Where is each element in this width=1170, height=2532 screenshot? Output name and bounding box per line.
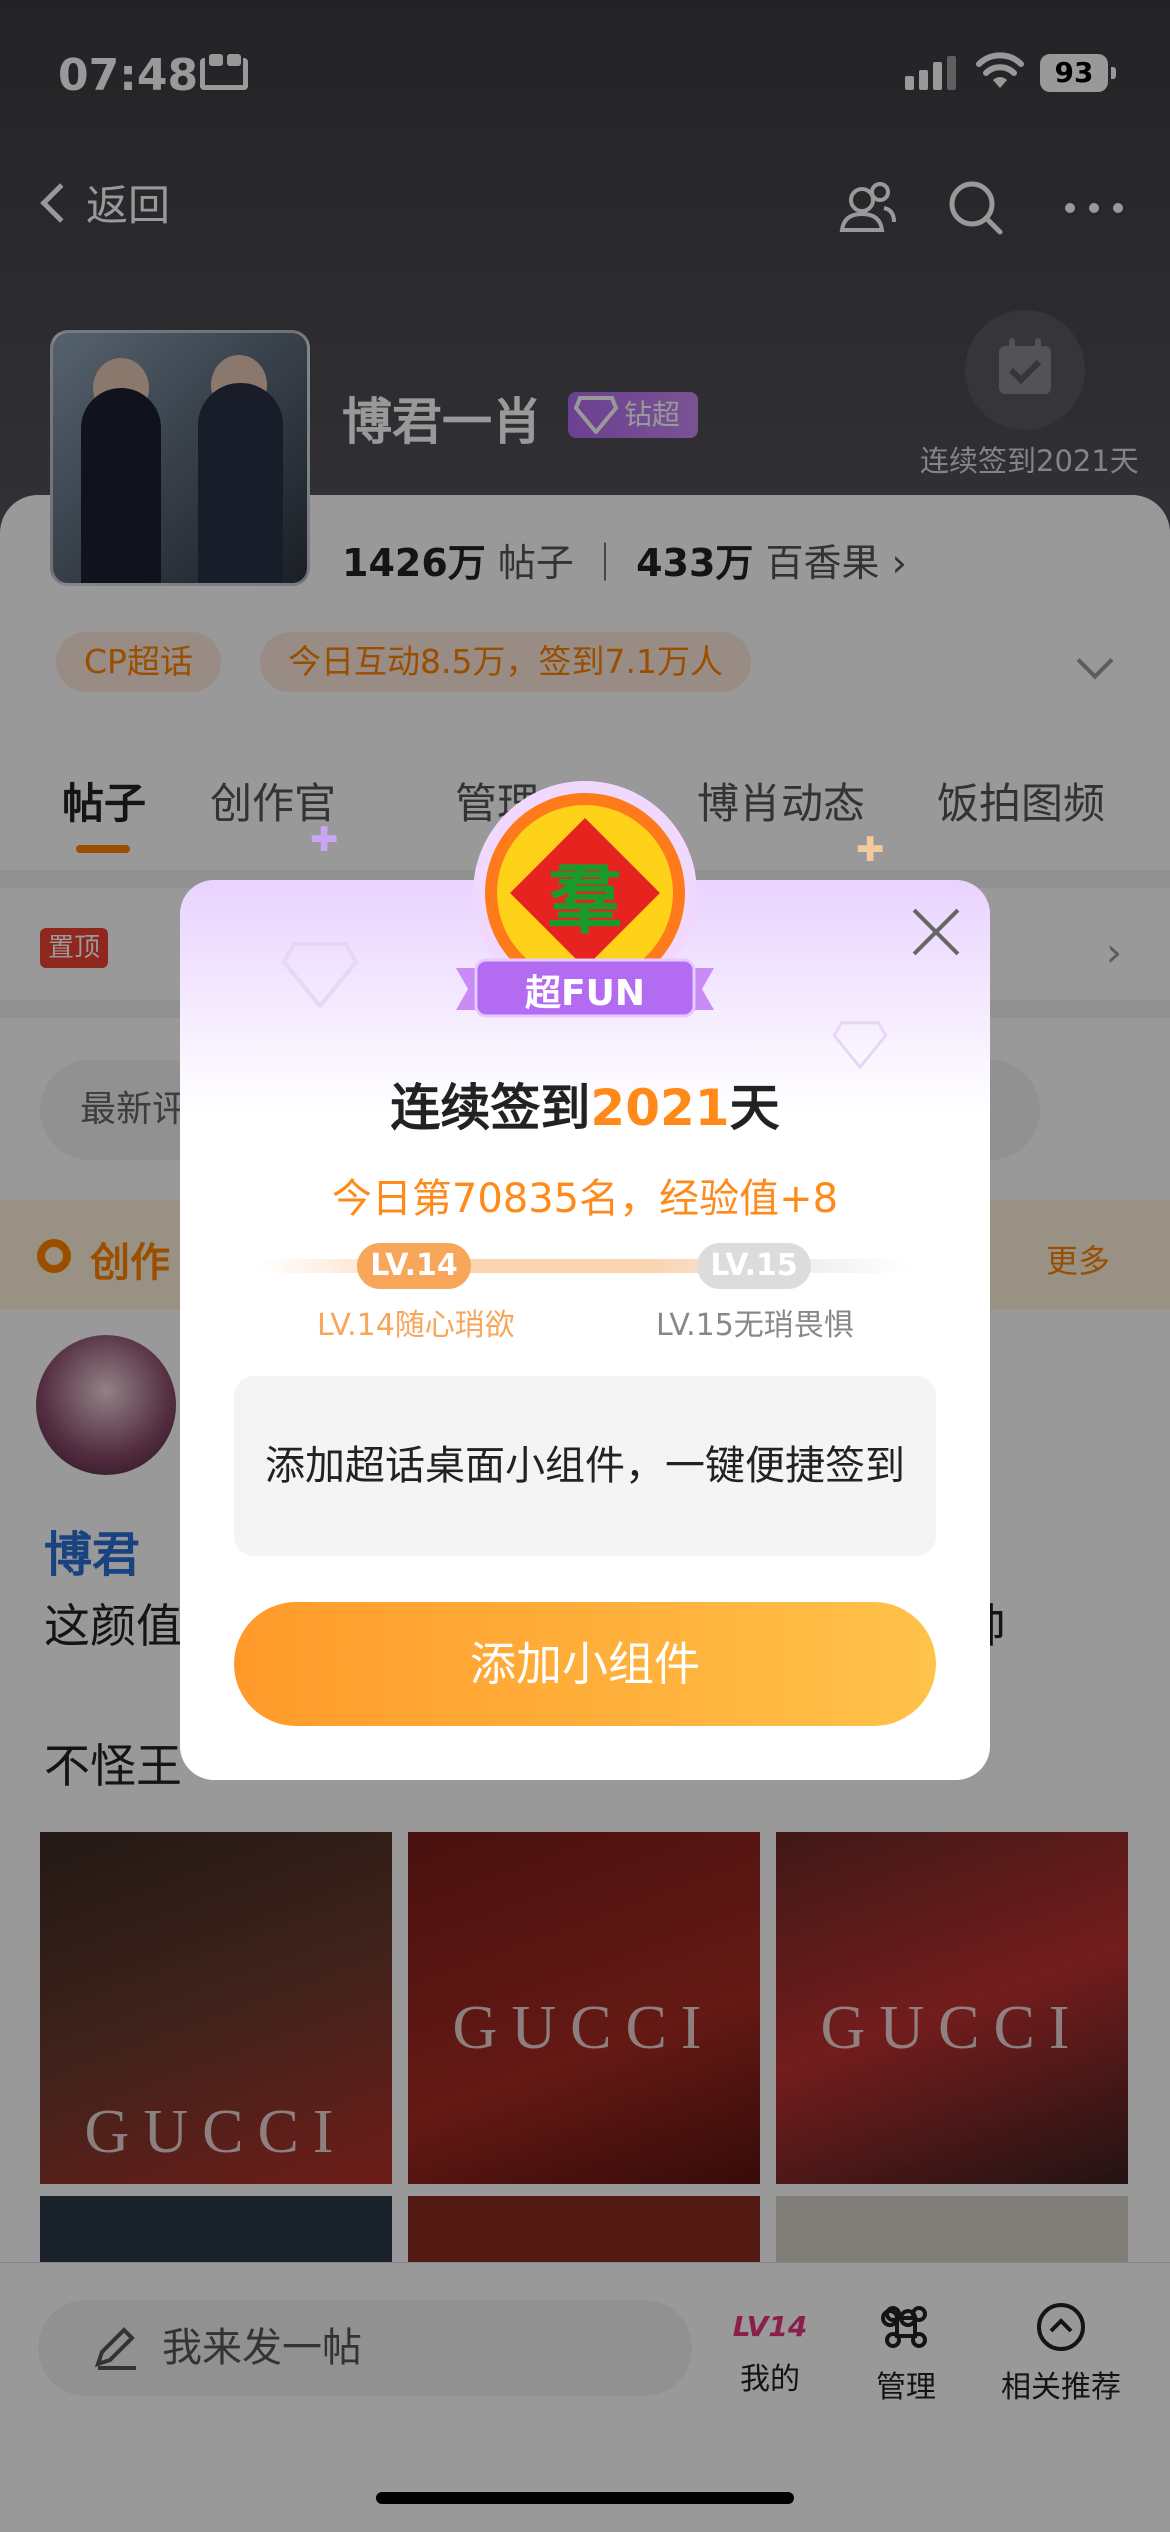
title-prefix: 连续签到 (390, 1079, 591, 1137)
next-level-caption: LV.15无琑畏惧 (656, 1308, 854, 1343)
fun-ribbon-label: 超FUN (525, 973, 645, 1014)
streak-days: 2021 (590, 1079, 730, 1137)
level-progress-track (258, 1259, 910, 1273)
title-suffix: 天 (729, 1079, 780, 1137)
current-level-caption: LV.14随心琑欲 (317, 1308, 515, 1343)
diamond-icon (832, 1021, 888, 1070)
medal-char: 羣 (547, 855, 623, 944)
sparkle-icon: ✚ (856, 830, 885, 870)
dialog-subtitle: 今日第70835名，经验值+8 (331, 1176, 839, 1222)
sparkle-icon: ✚ (310, 820, 339, 860)
diamond-icon (281, 942, 359, 1010)
dialog-title: 连续签到2021天 (180, 1068, 990, 1140)
next-level-badge: LV.15 (697, 1243, 811, 1289)
current-level-badge: LV.14 (357, 1243, 471, 1289)
widget-promo-text: 添加超话桌面小组件，一键便捷签到 (234, 1376, 936, 1556)
close-icon[interactable] (910, 905, 964, 959)
add-widget-button[interactable]: 添加小组件 (234, 1602, 936, 1726)
